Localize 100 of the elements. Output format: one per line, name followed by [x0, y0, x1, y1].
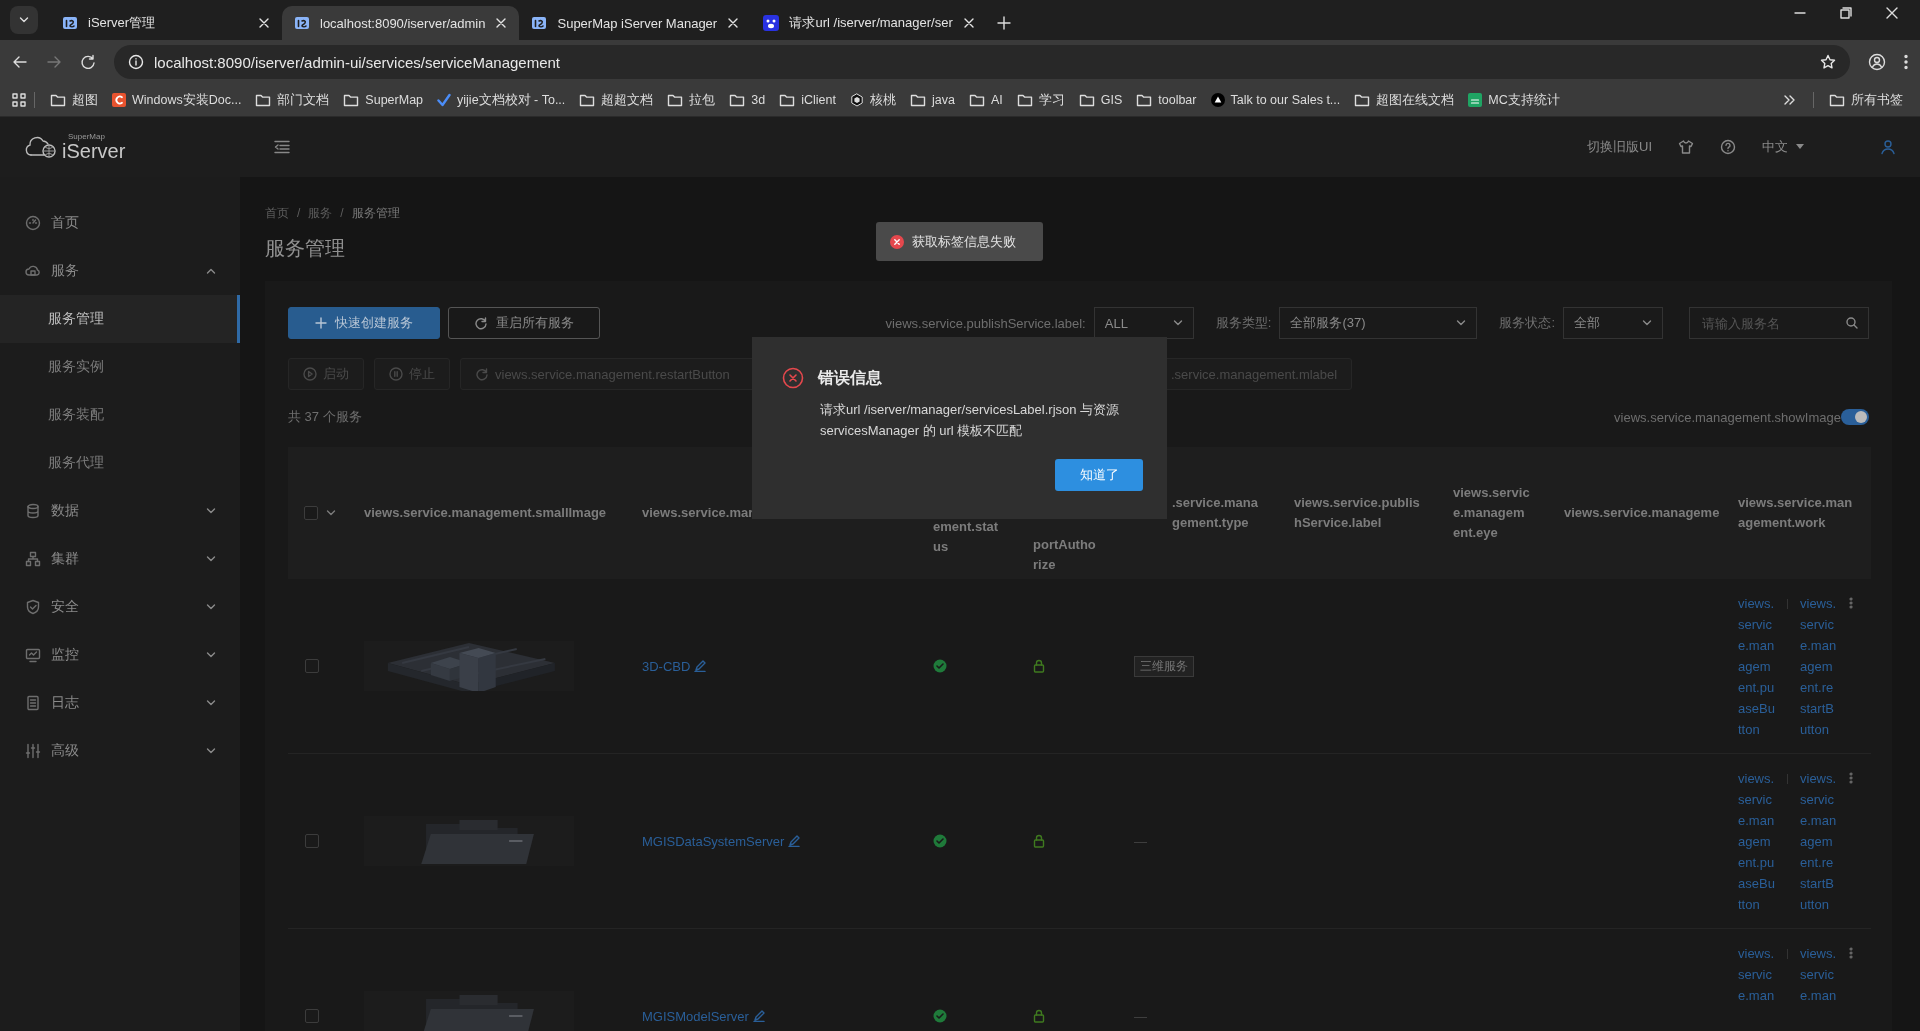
column-header: views.servic e.managem ent.eye — [1453, 484, 1531, 542]
bookmark[interactable]: 超图在线文档 — [1347, 91, 1462, 109]
edit-icon[interactable] — [788, 835, 801, 847]
edit-icon[interactable] — [752, 1010, 765, 1022]
double-chevron-icon[interactable] — [1783, 94, 1795, 106]
user-icon[interactable] — [1880, 139, 1896, 155]
caret-icon — [1796, 144, 1804, 150]
bookmark[interactable]: SuperMap — [336, 93, 431, 107]
action-link[interactable]: views.service.man — [1800, 943, 1837, 1006]
profile-icon[interactable] — [1868, 53, 1886, 71]
sidebar-item[interactable]: 集群 — [0, 535, 240, 583]
restore-icon[interactable] — [1840, 7, 1852, 19]
sidebar-item[interactable]: 安全 — [0, 583, 240, 631]
chevron-down-icon — [206, 747, 216, 755]
breadcrumb-link[interactable]: 服务管理 — [351, 204, 400, 222]
sidebar-subitem[interactable]: 服务管理 — [0, 295, 240, 343]
action-link[interactable]: views.service.man — [1738, 943, 1775, 1006]
ok-button[interactable]: 知道了 — [1055, 459, 1143, 491]
more-icon[interactable] — [1849, 597, 1853, 609]
apps-grid-icon[interactable] — [12, 93, 26, 107]
tab-search-button[interactable] — [10, 6, 38, 34]
bookmark[interactable]: 3d — [722, 93, 773, 107]
bookmark[interactable]: yijie文档校对 - To... — [430, 91, 573, 109]
folder-icon — [579, 93, 596, 107]
browser-tab[interactable]: 请求url /iserver/manager/ser — [751, 6, 987, 40]
sidebar-item[interactable]: 数据 — [0, 487, 240, 535]
shirt-icon[interactable] — [1678, 139, 1694, 155]
close-icon[interactable] — [962, 17, 975, 29]
bookmark[interactable]: Windows安装Doc... — [105, 91, 249, 109]
close-icon[interactable] — [495, 17, 508, 29]
service-link[interactable]: 3D-CBD — [642, 658, 691, 674]
action-link[interactable]: views.service.management.puaseButton — [1738, 768, 1775, 915]
edit-icon[interactable] — [694, 660, 707, 672]
column-header: portAutho rize — [1033, 536, 1097, 574]
bookmark[interactable]: iClient — [772, 93, 843, 107]
sidebar-subitem[interactable]: 服务实例 — [0, 343, 240, 391]
browser-tab[interactable]: SuperMap iServer Manager — [519, 6, 752, 40]
sidebar-item[interactable]: 首页 — [0, 199, 240, 247]
language-select[interactable]: 中文 — [1762, 138, 1854, 156]
kebab-menu-icon[interactable] — [1904, 54, 1908, 70]
bookmark[interactable]: java — [902, 93, 962, 107]
close-icon[interactable] — [258, 17, 270, 29]
service-link[interactable]: MGISModelServer — [642, 1008, 749, 1024]
create-service-button[interactable]: 快速创建服务 — [288, 307, 440, 339]
bookmark[interactable]: 部门文档 — [248, 91, 337, 109]
sidebar-item[interactable]: 高级 — [0, 727, 240, 775]
browser-tab[interactable]: iServer管理 — [50, 6, 282, 40]
sidebar-item[interactable]: 日志 — [0, 679, 240, 727]
row-checkbox[interactable] — [305, 659, 319, 673]
sidebar-subitem[interactable]: 服务代理 — [0, 439, 240, 487]
address-bar[interactable]: localhost:8090/iserver/admin-ui/services/serviceManagement — [114, 45, 1850, 79]
bookmark[interactable]: toolbar — [1129, 93, 1204, 107]
column-header: views.service.man agement.work — [1738, 494, 1854, 532]
sidebar-item[interactable]: 监控 — [0, 631, 240, 679]
more-icon[interactable] — [1849, 947, 1853, 959]
sidebar-item[interactable]: 服务 — [0, 247, 240, 295]
forward-icon[interactable] — [46, 54, 62, 70]
reload-icon[interactable] — [80, 54, 96, 70]
select-all-checkbox[interactable] — [304, 506, 318, 520]
bookmark[interactable]: 核桃 — [842, 91, 903, 109]
bookmark[interactable]: MC支持统计 — [1461, 91, 1567, 109]
help-icon[interactable] — [1720, 139, 1736, 155]
sliders-icon — [25, 743, 41, 759]
plus-icon[interactable] — [996, 16, 1011, 30]
more-icon[interactable] — [1849, 772, 1853, 784]
folder-icon — [667, 93, 684, 107]
service-link[interactable]: MGISDataSystemServer — [642, 833, 785, 849]
filter-select[interactable]: 全部服务(37) — [1279, 307, 1478, 339]
back-icon[interactable] — [12, 54, 28, 70]
menu-fold-icon[interactable] — [274, 140, 290, 154]
column-header: views.service.manageme — [1564, 504, 1721, 522]
folder-icon — [1078, 93, 1095, 107]
bookmark[interactable]: 拉包 — [660, 91, 723, 109]
bookmark[interactable]: AI — [961, 93, 1010, 107]
action-link[interactable]: views.service.management.puaseButton — [1738, 593, 1775, 740]
browser-tab[interactable]: localhost:8090/iserver/admin — [282, 6, 520, 40]
restart-all-button[interactable]: 重启所有服务 — [448, 307, 600, 339]
breadcrumb-link[interactable]: 首页 — [265, 204, 289, 222]
action-link[interactable]: views.service.management.restartButton — [1800, 593, 1837, 740]
toggle-switch[interactable] — [1841, 409, 1869, 425]
switch-ui-link[interactable]: 切换旧版UI — [1587, 138, 1652, 156]
row-checkbox[interactable] — [305, 1009, 319, 1023]
filter-select[interactable]: ALL — [1093, 307, 1194, 339]
breadcrumb-link[interactable]: 服务 — [308, 204, 333, 222]
bookmark[interactable]: GIS — [1071, 93, 1130, 107]
filter-select[interactable]: 全部 — [1563, 307, 1663, 339]
row-checkbox[interactable] — [305, 834, 319, 848]
action-link[interactable]: views.service.management.restartButton — [1800, 768, 1837, 915]
bookmark[interactable]: 所有书签 — [1822, 91, 1910, 109]
filter-label: 服务状态: — [1499, 314, 1555, 332]
close-icon[interactable] — [727, 17, 740, 29]
sidebar-subitem[interactable]: 服务装配 — [0, 391, 240, 439]
bookmark[interactable]: 学习 — [1009, 91, 1072, 109]
bookmark[interactable]: Talk to our Sales t... — [1203, 93, 1348, 107]
bookmark[interactable]: 超图 — [43, 91, 105, 109]
plus-icon — [315, 317, 327, 329]
star-icon[interactable] — [1820, 54, 1836, 70]
close-icon[interactable] — [1886, 7, 1898, 19]
info-icon[interactable] — [128, 54, 144, 70]
bookmark[interactable]: 超超文档 — [572, 91, 661, 109]
